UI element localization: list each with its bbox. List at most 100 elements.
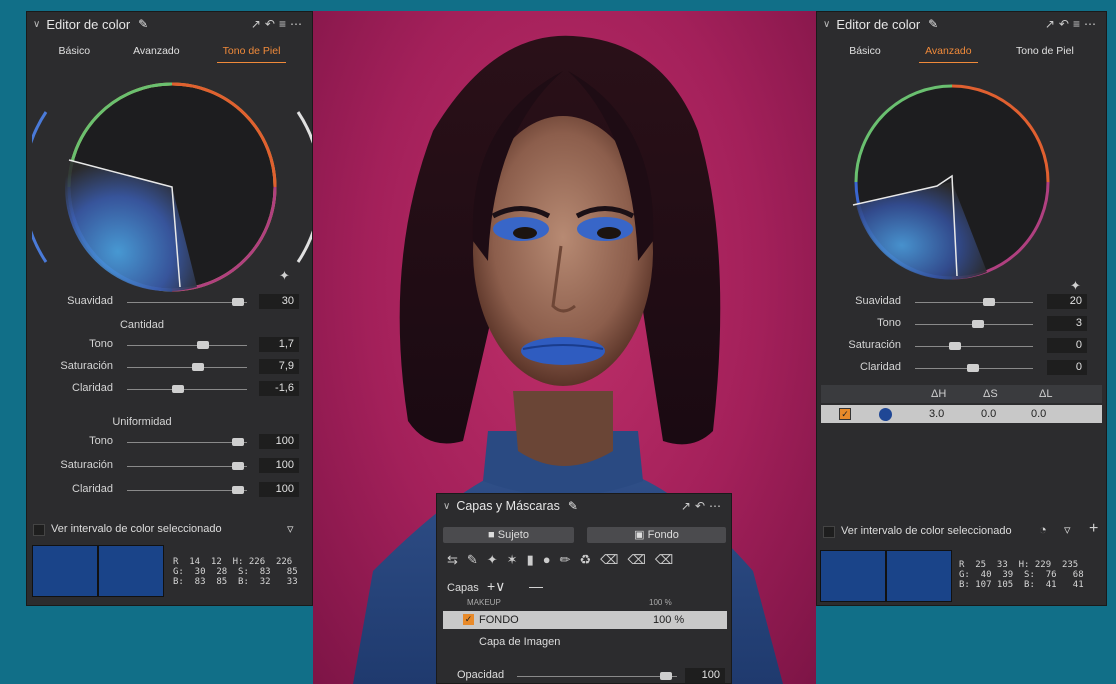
eyedropper-icon[interactable]: ✦ bbox=[1070, 278, 1081, 294]
opacidad-track bbox=[517, 676, 677, 677]
left-panel-title: Editor de color bbox=[46, 16, 131, 32]
uniformidad-claridad-track bbox=[127, 490, 247, 491]
panel-tools-icon[interactable]: ↗↶≡⋯ bbox=[251, 17, 306, 31]
r-tono-value[interactable]: 3 bbox=[1047, 316, 1087, 331]
r-saturacion-track bbox=[915, 346, 1033, 347]
sujeto-button[interactable]: ■ Sujeto bbox=[443, 527, 574, 543]
tab-avanzado[interactable]: Avanzado bbox=[919, 43, 978, 63]
cantidad-saturacion-label: Saturación bbox=[60, 360, 113, 372]
fondo-layer-row[interactable]: ✓ FONDO 100 % bbox=[443, 611, 727, 629]
uniformidad-tono-value[interactable]: 100 bbox=[259, 434, 299, 449]
delta-h-value: 3.0 bbox=[929, 408, 945, 420]
r-suavidad-label: Suavidad bbox=[855, 295, 901, 307]
show-range-label: Ver intervalo de color seleccionado bbox=[51, 523, 222, 535]
fondo-layer-opacity: 100 % bbox=[653, 614, 685, 626]
right-tabs: Básico Avanzado Tono de Piel bbox=[827, 43, 1096, 63]
before-color-swatch bbox=[820, 550, 886, 602]
uniformidad-tono-slider[interactable] bbox=[232, 438, 244, 446]
fondo-layer-name: FONDO bbox=[479, 614, 519, 626]
color-wheel[interactable] bbox=[837, 72, 1067, 292]
row-color-dot bbox=[879, 408, 892, 421]
cantidad-header: Cantidad bbox=[119, 319, 165, 331]
cantidad-claridad-value[interactable]: -1,6 bbox=[259, 381, 299, 396]
color-wheel[interactable] bbox=[32, 72, 312, 302]
delta-table-row[interactable]: ✓ 3.0 0.0 0.0 bbox=[821, 405, 1102, 423]
before-color-swatch bbox=[32, 545, 98, 597]
r-saturacion-value[interactable]: 0 bbox=[1047, 338, 1087, 353]
fondo-label: Fondo bbox=[647, 529, 679, 541]
picker-icon[interactable]: ✎ bbox=[138, 17, 148, 31]
delta-s-header: ΔS bbox=[983, 388, 998, 400]
partial-layer-row: MAKEUP bbox=[467, 598, 501, 607]
add-icon[interactable]: + bbox=[1089, 520, 1098, 538]
r-suavidad-value[interactable]: 20 bbox=[1047, 294, 1087, 309]
cantidad-saturacion-value[interactable]: 7,9 bbox=[259, 359, 299, 374]
r-tono-label: Tono bbox=[877, 317, 901, 329]
right-panel-header: ∨ Editor de color ✎ ↗↶≡⋯ bbox=[817, 12, 1106, 36]
cantidad-tono-slider[interactable] bbox=[197, 341, 209, 349]
layer-checkbox[interactable]: ✓ bbox=[463, 614, 474, 625]
range-picker-icon[interactable]: ▿ bbox=[1064, 522, 1071, 538]
r-claridad-value[interactable]: 0 bbox=[1047, 360, 1087, 375]
r-claridad-label: Claridad bbox=[860, 361, 901, 373]
cantidad-tono-value[interactable]: 1,7 bbox=[259, 337, 299, 352]
eyedropper-icon[interactable]: ✦ bbox=[279, 268, 290, 284]
cantidad-saturacion-slider[interactable] bbox=[192, 363, 204, 371]
cantidad-tono-track bbox=[127, 345, 247, 346]
r-suavidad-slider[interactable] bbox=[983, 298, 995, 306]
delta-s-value: 0.0 bbox=[981, 408, 997, 420]
delta-l-header: ΔL bbox=[1039, 388, 1053, 400]
show-range-checkbox[interactable] bbox=[823, 526, 835, 538]
cantidad-claridad-track bbox=[127, 389, 247, 390]
suavidad-label: Suavidad bbox=[67, 295, 113, 307]
partial-layer-pct: 100 % bbox=[649, 598, 672, 607]
collapse-chevron-icon[interactable]: ∨ bbox=[823, 19, 830, 30]
r-tono-slider[interactable] bbox=[972, 320, 984, 328]
color-readout: R 25 33 H: 229 235 G: 40 39 S: 76 68 B: … bbox=[959, 560, 1084, 590]
after-color-swatch bbox=[886, 550, 952, 602]
tab-basico[interactable]: Básico bbox=[53, 43, 97, 63]
layers-masks-panel: ∨ Capas y Máscaras ✎ ↗↶⋯ ■ Sujeto ▣ Fond… bbox=[436, 493, 732, 684]
brush-icon[interactable]: ✎ bbox=[568, 499, 578, 513]
tab-avanzado[interactable]: Avanzado bbox=[127, 43, 186, 63]
delta-l-value: 0.0 bbox=[1031, 408, 1047, 420]
suavidad-slider[interactable] bbox=[232, 298, 244, 306]
remove-layer-icon[interactable]: — bbox=[529, 578, 543, 594]
range-picker-icon[interactable]: ▿ bbox=[287, 521, 294, 537]
left-tabs: Básico Avanzado Tono de Piel bbox=[37, 43, 302, 63]
fondo-button[interactable]: ▣ Fondo bbox=[587, 527, 726, 543]
collapse-chevron-icon[interactable]: ∨ bbox=[443, 501, 450, 512]
r-saturacion-slider[interactable] bbox=[949, 342, 961, 350]
tab-tono-de-piel[interactable]: Tono de Piel bbox=[216, 43, 287, 63]
uniformidad-claridad-label: Claridad bbox=[72, 483, 113, 495]
uniformidad-saturacion-value[interactable]: 100 bbox=[259, 458, 299, 473]
uniformidad-tono-track bbox=[127, 442, 247, 443]
uniformidad-claridad-value[interactable]: 100 bbox=[259, 482, 299, 497]
sujeto-label: Sujeto bbox=[497, 529, 529, 541]
show-range-checkbox[interactable] bbox=[33, 524, 45, 536]
uniformidad-claridad-slider[interactable] bbox=[232, 486, 244, 494]
uniformidad-saturacion-slider[interactable] bbox=[232, 462, 244, 470]
row-checkbox[interactable]: ✓ bbox=[839, 408, 851, 420]
cantidad-saturacion-track bbox=[127, 367, 247, 368]
collapse-chevron-icon[interactable]: ∨ bbox=[33, 19, 40, 30]
panel-tools-icon[interactable]: ↗↶⋯ bbox=[681, 499, 725, 513]
add-layer-icon[interactable]: +∨ bbox=[487, 578, 505, 595]
panel-tools-icon[interactable]: ↗↶≡⋯ bbox=[1045, 17, 1100, 31]
right-color-editor-panel: ∨ Editor de color ✎ ↗↶≡⋯ Básico Avanzado… bbox=[816, 11, 1107, 606]
opacidad-slider[interactable] bbox=[660, 672, 672, 680]
cantidad-claridad-label: Claridad bbox=[72, 382, 113, 394]
tab-basico[interactable]: Básico bbox=[843, 43, 887, 63]
mask-tools-toolbar[interactable]: ⇆✎✦✶▮●✏♻⌫⌫⌫ bbox=[447, 552, 682, 568]
tab-tono-de-piel[interactable]: Tono de Piel bbox=[1010, 43, 1080, 63]
color-readout: R 14 12 H: 226 226 G: 30 28 S: 83 85 B: … bbox=[173, 557, 298, 587]
opacidad-value[interactable]: 100 bbox=[685, 668, 725, 683]
opacidad-label: Opacidad bbox=[457, 669, 505, 681]
right-panel-title: Editor de color bbox=[836, 16, 921, 32]
picker-icon[interactable]: ✎ bbox=[928, 17, 938, 31]
cantidad-claridad-slider[interactable] bbox=[172, 385, 184, 393]
r-claridad-slider[interactable] bbox=[967, 364, 979, 372]
background-icon: ▣ bbox=[634, 529, 645, 541]
suavidad-value[interactable]: 30 bbox=[259, 294, 299, 309]
pie-icon[interactable]: ◔ bbox=[1039, 522, 1047, 537]
